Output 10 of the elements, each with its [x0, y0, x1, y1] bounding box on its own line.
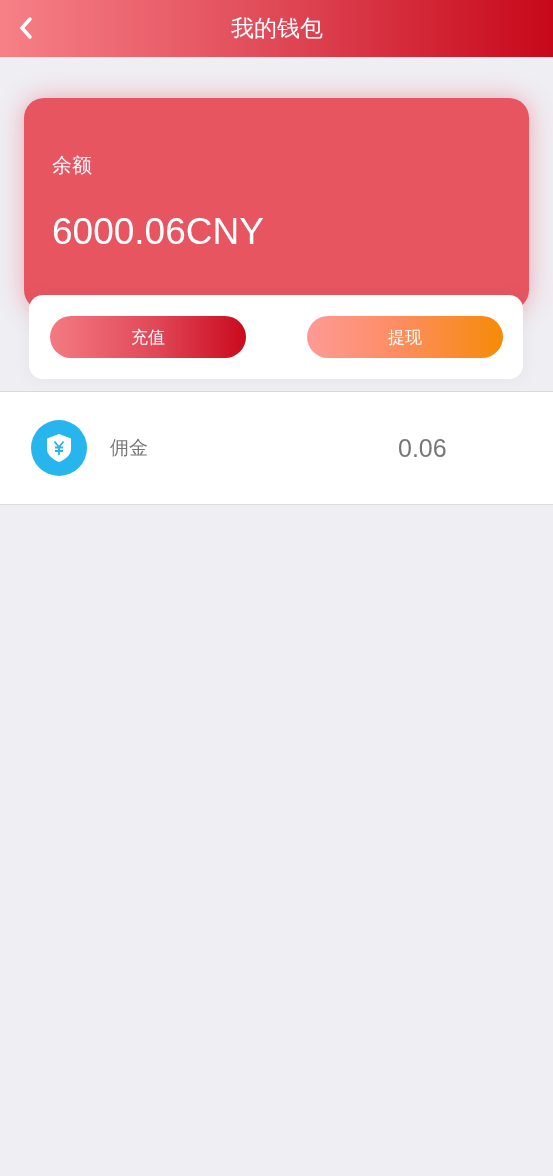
- wallet-row[interactable]: 佣金 0.06: [0, 392, 553, 504]
- balance-label: 余额: [52, 152, 93, 179]
- item-value: 0.06: [398, 433, 447, 463]
- shield-yen-icon: [31, 420, 87, 476]
- withdraw-button[interactable]: 提现: [307, 316, 503, 358]
- page-title: 我的钱包: [230, 14, 323, 43]
- balance-amount: 6000.06CNY: [52, 211, 265, 253]
- recharge-button[interactable]: 充值: [50, 316, 246, 358]
- item-name: 佣金: [110, 435, 149, 460]
- back-icon[interactable]: [18, 16, 34, 40]
